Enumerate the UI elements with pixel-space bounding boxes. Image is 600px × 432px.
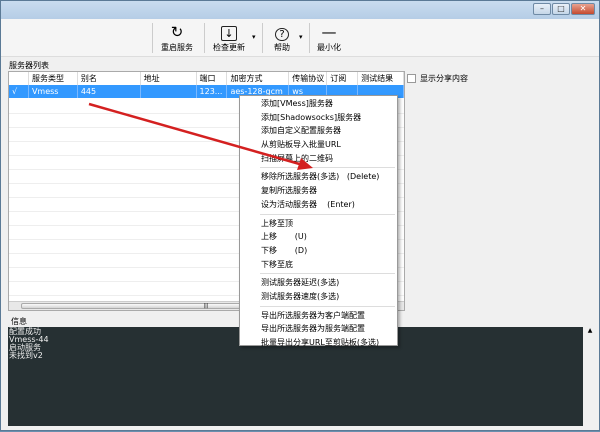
main-window: – □ ✕ ↻ 重启服务 ↓ 检查更新 ▾ ? 帮助 ▾ — 最小化 服务器列表 服务类… bbox=[0, 0, 600, 431]
annotation-arrow-icon bbox=[88, 102, 313, 170]
